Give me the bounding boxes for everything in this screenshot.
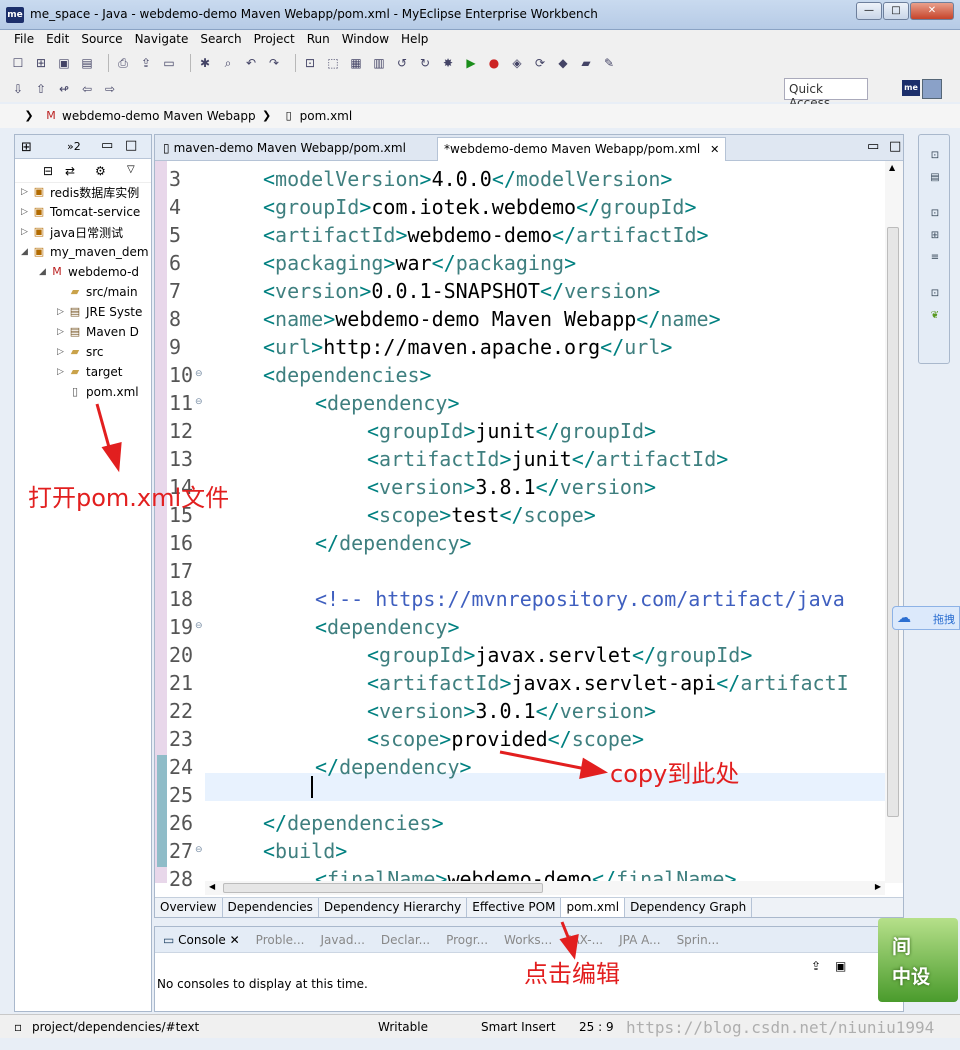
annotation-arrows	[95, 403, 609, 960]
arrow-to-line-25	[499, 750, 587, 771]
annotation-copy-here: copy到此处	[610, 760, 740, 788]
arrow-head	[579, 757, 609, 779]
arrow-head	[101, 442, 122, 473]
arrow-head	[559, 933, 579, 960]
ide-window: me me_space - Java - webdemo-demo Maven …	[0, 0, 960, 1050]
annotation-click-edit: 点击编辑	[524, 960, 620, 988]
annotation-open-pom: 打开pom.xml文件	[28, 484, 230, 512]
